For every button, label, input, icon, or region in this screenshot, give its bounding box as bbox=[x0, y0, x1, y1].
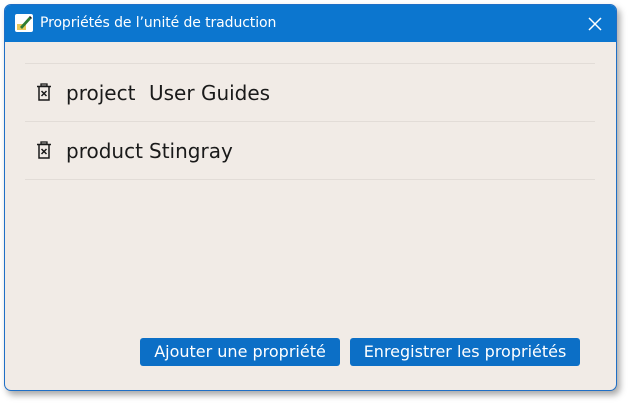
trash-icon[interactable] bbox=[36, 141, 52, 159]
property-row: project User Guides bbox=[25, 64, 595, 121]
close-button[interactable] bbox=[580, 9, 610, 39]
property-value: Stingray bbox=[149, 139, 233, 163]
property-row: product Stingray bbox=[25, 122, 595, 179]
window-title: Propriétés de l’unité de traduction bbox=[40, 15, 277, 31]
property-list: project User Guides product Stingray bbox=[25, 63, 595, 180]
trash-icon[interactable] bbox=[36, 83, 52, 101]
close-icon bbox=[588, 17, 602, 31]
property-value: User Guides bbox=[149, 81, 271, 105]
save-properties-button[interactable]: Enregistrer les propriétés bbox=[350, 338, 580, 366]
properties-dialog: Propriétés de l’unité de traduction proj… bbox=[4, 4, 617, 391]
title-bar[interactable]: Propriétés de l’unité de traduction bbox=[5, 5, 616, 42]
divider bbox=[25, 179, 595, 180]
property-key: project bbox=[66, 81, 136, 105]
add-property-button[interactable]: Ajouter une propriété bbox=[140, 338, 340, 366]
property-key: product bbox=[66, 139, 143, 163]
pen-icon bbox=[15, 14, 33, 32]
